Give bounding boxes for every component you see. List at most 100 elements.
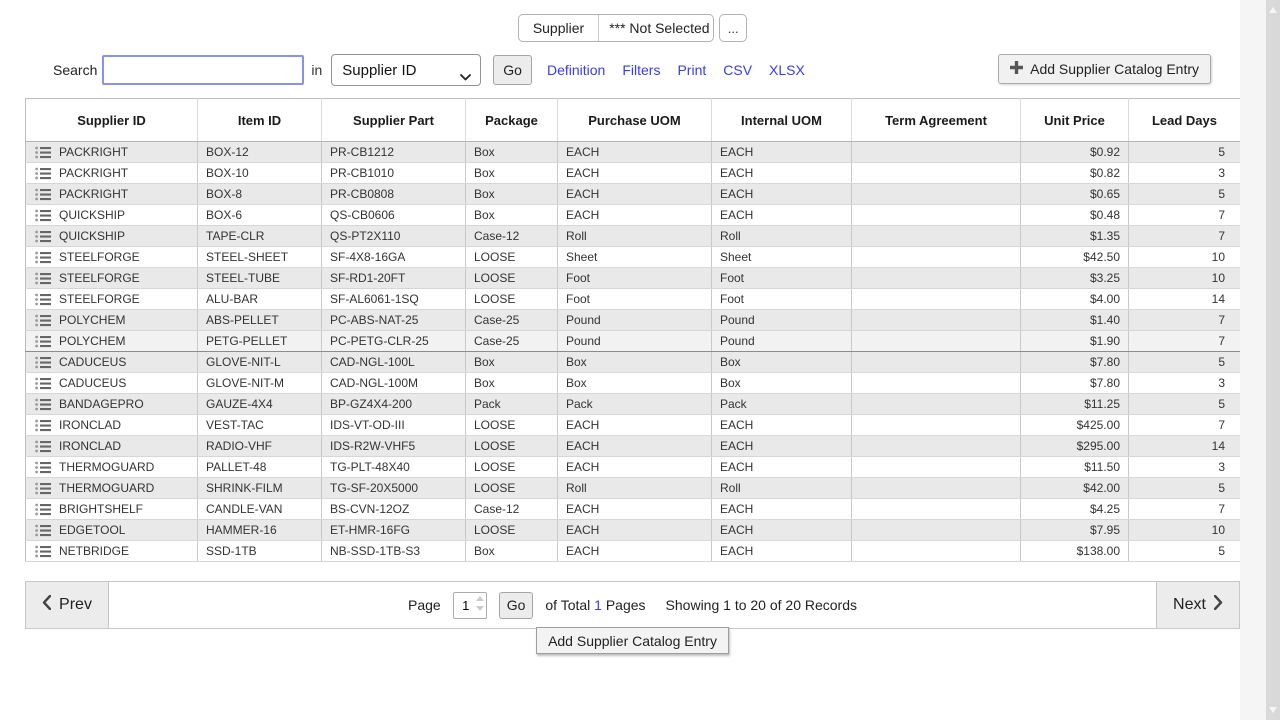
row-menu-icon[interactable] [35,272,51,285]
row-menu-icon[interactable] [35,440,51,453]
column-header-term-agreement[interactable]: Term Agreement [852,99,1021,142]
search-label: Search [53,62,97,78]
supplier-more-button[interactable]: ... [719,14,747,42]
link-definition[interactable]: Definition [547,62,605,78]
table-row[interactable]: THERMOGUARDPALLET-48TG-PLT-48X40LOOSEEAC… [26,457,1241,478]
cell-unit-price: $0.92 [1021,142,1129,163]
supplier-id-text: BRIGHTSHELF [59,502,143,516]
row-menu-icon[interactable] [35,482,51,495]
row-menu-icon[interactable] [35,335,51,348]
supplier-id-text: STEELFORGE [59,292,140,306]
table-row[interactable]: PACKRIGHTBOX-10PR-CB1010BoxEACHEACH$0.82… [26,163,1241,184]
cell-supplier-part: NB-SSD-1TB-S3 [322,541,466,562]
row-menu-icon[interactable] [35,209,51,222]
table-row[interactable]: QUICKSHIPBOX-6QS-CB0606BoxEACHEACH$0.487 [26,205,1241,226]
table-row[interactable]: POLYCHEMABS-PELLETPC-ABS-NAT-25Case-25Po… [26,310,1241,331]
row-menu-icon[interactable] [35,188,51,201]
table-row[interactable]: STEELFORGEALU-BARSF-AL6061-1SQLOOSEFootF… [26,289,1241,310]
table-row[interactable]: NETBRIDGESSD-1TBNB-SSD-1TB-S3BoxEACHEACH… [26,541,1241,562]
cell-unit-price: $0.82 [1021,163,1129,184]
row-menu-icon[interactable] [35,398,51,411]
table-row[interactable]: BRIGHTSHELFCANDLE-VANBS-CVN-12OZCase-12E… [26,499,1241,520]
cell-unit-price: $3.25 [1021,268,1129,289]
column-header-supplier-id[interactable]: Supplier ID [26,99,198,142]
table-row[interactable]: CADUCEUSGLOVE-NIT-MCAD-NGL-100MBoxBoxBox… [26,373,1241,394]
row-menu-icon[interactable] [35,419,51,432]
table-row[interactable]: IRONCLADVEST-TACIDS-VT-OD-IIILOOSEEACHEA… [26,415,1241,436]
table-row[interactable]: BANDAGEPROGAUZE-4X4BP-GZ4X4-200PackPackP… [26,394,1241,415]
table-row[interactable]: CADUCEUSGLOVE-NIT-LCAD-NGL-100LBoxBoxBox… [26,352,1241,373]
supplier-selector-value[interactable]: *** Not Selected [599,15,713,41]
next-page-button[interactable]: Next [1156,582,1239,628]
cell-item-id: RADIO-VHF [198,436,322,457]
scrollbar-up-arrow-icon[interactable] [1269,7,1277,13]
cell-item-id: HAMMER-16 [198,520,322,541]
cell-item-id: CANDLE-VAN [198,499,322,520]
spinner-up-icon[interactable] [476,596,484,601]
row-menu-icon[interactable] [35,230,51,243]
supplier-id-text: THERMOGUARD [59,460,154,474]
page-spinner[interactable] [476,596,484,611]
spinner-down-icon[interactable] [476,606,484,611]
add-supplier-catalog-entry-button-bottom[interactable]: Add Supplier Catalog Entry [536,627,729,654]
table-row[interactable]: STEELFORGESTEEL-TUBESF-RD1-20FTLOOSEFoot… [26,268,1241,289]
row-menu-icon[interactable] [35,167,51,180]
column-header-unit-price[interactable]: Unit Price [1021,99,1129,142]
cell-unit-price: $11.50 [1021,457,1129,478]
table-row[interactable]: IRONCLADRADIO-VHFIDS-R2W-VHF5LOOSEEACHEA… [26,436,1241,457]
table-row[interactable]: EDGETOOLHAMMER-16ET-HMR-16FGLOOSEEACHEAC… [26,520,1241,541]
row-menu-icon[interactable] [35,461,51,474]
table-row[interactable]: PACKRIGHTBOX-8PR-CB0808BoxEACHEACH$0.655 [26,184,1241,205]
cell-supplier-id: THERMOGUARD [26,457,198,478]
cell-lead-days: 14 [1129,289,1241,310]
row-menu-icon[interactable] [35,503,51,516]
link-xlsx[interactable]: XLSX [769,62,805,78]
page-go-button[interactable]: Go [499,592,534,619]
cell-supplier-part: PR-CB1010 [322,163,466,184]
row-menu-icon[interactable] [35,314,51,327]
table-row[interactable]: QUICKSHIPTAPE-CLRQS-PT2X110Case-12RollRo… [26,226,1241,247]
cell-purchase-uom: Pound [558,331,712,352]
link-filters[interactable]: Filters [622,62,660,78]
cell-unit-price: $11.25 [1021,394,1129,415]
cell-item-id: STEEL-TUBE [198,268,322,289]
table-row[interactable]: PACKRIGHTBOX-12PR-CB1212BoxEACHEACH$0.92… [26,142,1241,163]
row-menu-icon[interactable] [35,146,51,159]
row-menu-icon[interactable] [35,524,51,537]
table-row[interactable]: THERMOGUARDSHRINK-FILMTG-SF-20X5000LOOSE… [26,478,1241,499]
row-menu-icon[interactable] [35,377,51,390]
table-body: PACKRIGHTBOX-12PR-CB1212BoxEACHEACH$0.92… [26,142,1241,562]
cell-term-agreement [852,226,1021,247]
column-header-supplier-part[interactable]: Supplier Part [322,99,466,142]
search-input[interactable] [102,55,304,85]
column-header-package[interactable]: Package [466,99,558,142]
row-menu-icon[interactable] [35,251,51,264]
supplier-selector[interactable]: Supplier *** Not Selected [518,14,714,42]
cell-term-agreement [852,163,1021,184]
cell-lead-days: 14 [1129,436,1241,457]
table-row[interactable]: POLYCHEMPETG-PELLETPC-PETG-CLR-25Case-25… [26,331,1241,352]
cell-purchase-uom: Foot [558,268,712,289]
column-header-lead-days[interactable]: Lead Days [1129,99,1241,142]
row-menu-icon[interactable] [35,356,51,369]
link-print[interactable]: Print [677,62,706,78]
prev-label: Prev [59,596,92,614]
cell-supplier-id: NETBRIDGE [26,541,198,562]
row-menu-icon[interactable] [35,545,51,558]
row-menu-icon[interactable] [35,293,51,306]
cell-supplier-part: BS-CVN-12OZ [322,499,466,520]
link-csv[interactable]: CSV [723,62,752,78]
prev-page-button[interactable]: Prev [26,582,109,628]
vertical-scrollbar[interactable] [1266,0,1280,720]
cell-supplier-id: POLYCHEM [26,331,198,352]
search-field-select[interactable]: Supplier ID [331,54,481,86]
add-top-button-label: Add Supplier Catalog Entry [1030,61,1199,77]
cell-internal-uom: Roll [712,478,852,499]
column-header-item-id[interactable]: Item ID [198,99,322,142]
table-row[interactable]: STEELFORGESTEEL-SHEETSF-4X8-16GALOOSEShe… [26,247,1241,268]
scrollbar-down-arrow-icon[interactable] [1269,707,1277,713]
add-supplier-catalog-entry-button-top[interactable]: Add Supplier Catalog Entry [998,54,1211,84]
search-go-button[interactable]: Go [493,55,532,85]
column-header-purchase-uom[interactable]: Purchase UOM [558,99,712,142]
column-header-internal-uom[interactable]: Internal UOM [712,99,852,142]
